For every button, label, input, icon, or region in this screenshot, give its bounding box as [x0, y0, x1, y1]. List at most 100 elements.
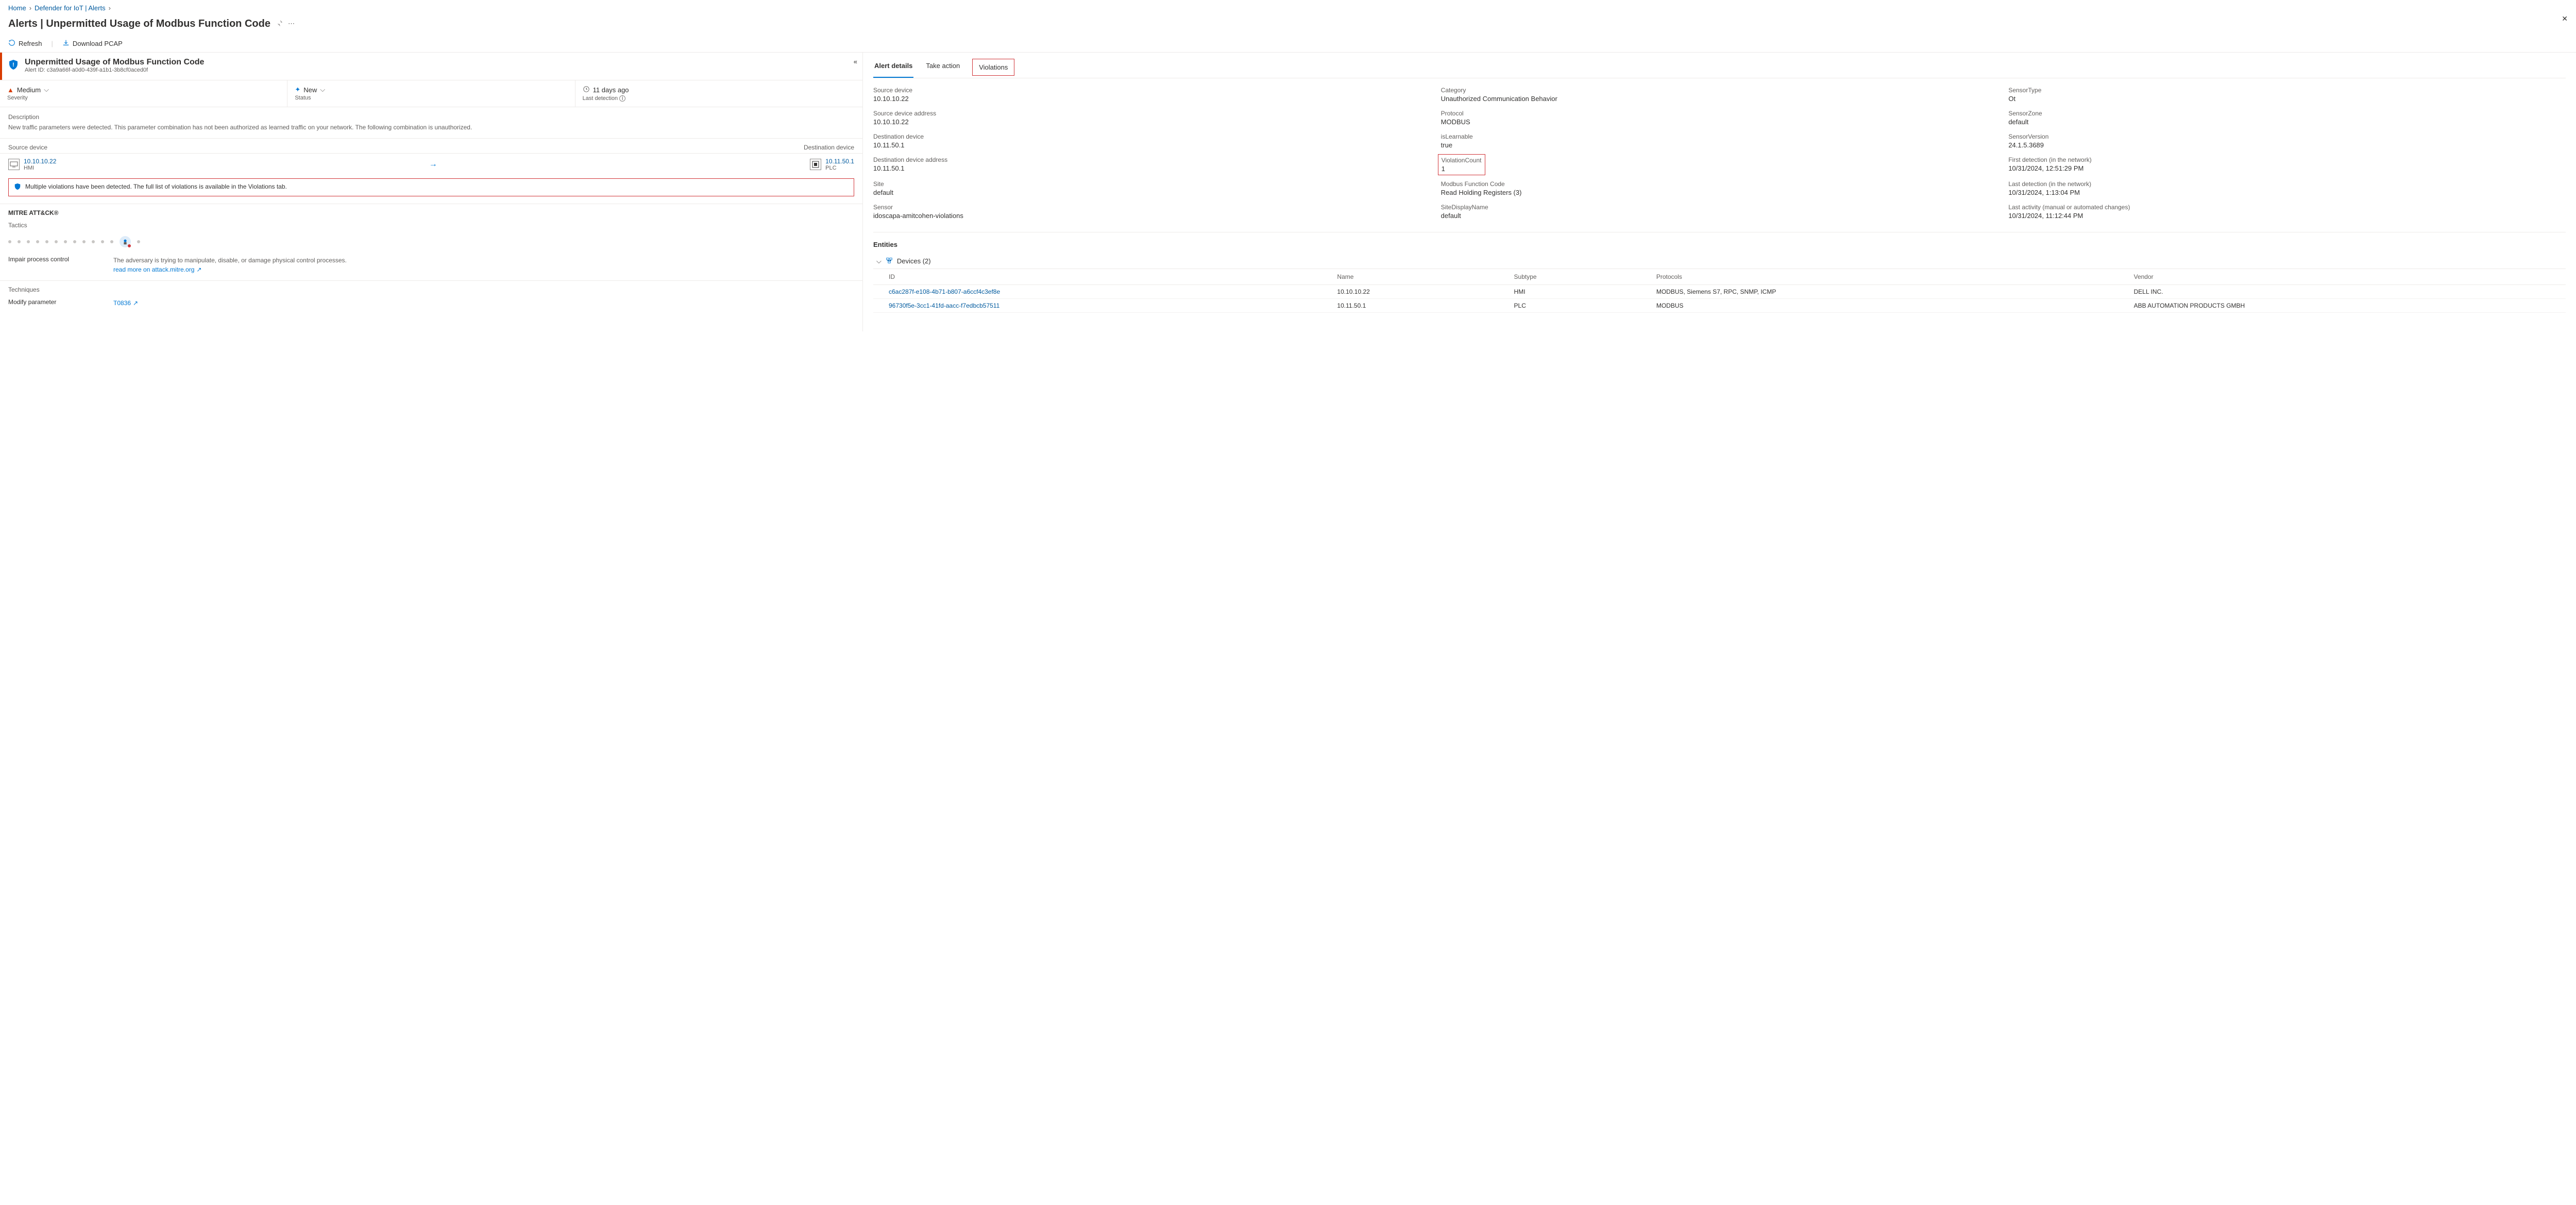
toolbar-divider: | [52, 40, 53, 47]
device-group-icon [886, 257, 893, 265]
detail-value: Read Holding Registers (3) [1441, 189, 1998, 196]
info-icon[interactable]: i [619, 95, 625, 102]
detail-key: Last activity (manual or automated chang… [2008, 204, 2566, 211]
detail-key: Last detection (in the network) [2008, 180, 2566, 188]
table-row[interactable]: 96730f5e-3cc1-41fd-aacc-f7edbcb5751110.1… [873, 299, 2566, 313]
detail-key: Protocol [1441, 110, 1998, 117]
entity-id-link[interactable]: 96730f5e-3cc1-41fd-aacc-f7edbcb57511 [889, 302, 999, 309]
violations-callout: Multiple violations have been detected. … [8, 178, 854, 196]
download-icon [62, 39, 70, 48]
more-icon[interactable]: ⋯ [288, 20, 295, 28]
chevron-right-icon: › [109, 4, 111, 12]
collapse-icon[interactable]: « [854, 58, 857, 65]
shield-icon: ! [7, 59, 20, 75]
status-value: New [303, 86, 317, 94]
mitre-title: MITRE ATT&CK® [0, 204, 862, 220]
entities-title: Entities [873, 241, 2566, 248]
source-device-label: Source device [8, 144, 47, 151]
detail-value: 10.10.10.22 [873, 95, 1431, 103]
page-title-row: Alerts | Unpermitted Usage of Modbus Fun… [0, 16, 2576, 35]
download-label: Download PCAP [73, 40, 123, 47]
download-pcap-button[interactable]: Download PCAP [62, 39, 123, 48]
tab-violations[interactable]: Violations [972, 59, 1014, 76]
mitre-link[interactable]: read more on attack.mitre.org ↗ [113, 265, 201, 274]
destination-device-label: Destination device [804, 144, 854, 151]
severity-label: Severity [7, 95, 280, 101]
chevron-right-icon: › [29, 4, 31, 12]
table-header: ID [873, 269, 1321, 285]
detail-key: First detection (in the network) [2008, 156, 2566, 163]
detail-value: 10.11.50.1 [873, 141, 1431, 149]
detail-key: Modbus Function Code [1441, 180, 1998, 188]
plc-icon [810, 159, 821, 170]
description-label: Description [8, 113, 854, 121]
tactic-impair-icon[interactable] [120, 236, 131, 247]
last-detection-value: 11 days ago [593, 86, 629, 94]
close-icon[interactable]: ✕ [2562, 14, 2568, 23]
detail-tabs: Alert details Take action Violations [873, 57, 2566, 78]
chevron-down-icon[interactable]: ⌵ [320, 86, 325, 94]
page-title: Alerts | Unpermitted Usage of Modbus Fun… [8, 18, 270, 30]
detail-key: SensorVersion [2008, 133, 2566, 140]
destination-device-link[interactable]: 10.11.50.1 [825, 158, 854, 165]
source-device-link[interactable]: 10.10.10.22 [24, 158, 56, 165]
device-flow: 10.10.10.22 HMI → 10.11.50.1 PLC [0, 153, 862, 178]
tactics-dots [0, 231, 862, 253]
detail-value: 24.1.5.3689 [2008, 141, 2566, 149]
detail-key: Destination device address [873, 156, 1431, 163]
description-text: New traffic parameters were detected. Th… [8, 123, 854, 132]
detail-key: SensorType [2008, 87, 2566, 94]
refresh-icon [8, 39, 15, 48]
detail-value: 10.10.10.22 [873, 118, 1431, 126]
techniques-label: Techniques [0, 280, 862, 295]
chevron-down-icon[interactable]: ⌵ [876, 257, 882, 265]
detail-value: MODBUS [1441, 118, 1998, 126]
status-label: Status [295, 95, 567, 101]
pin-icon[interactable] [276, 20, 283, 28]
detail-key: Category [1441, 87, 1998, 94]
severity-icon: ▲ [7, 86, 14, 94]
alert-id: Alert ID: c3a9a66f-a0d0-439f-a1b1-3b8cf0… [25, 67, 204, 73]
callout-text: Multiple violations have been detected. … [25, 183, 287, 190]
arrow-right-icon: → [429, 160, 437, 169]
table-row[interactable]: c6ac287f-e108-4b71-b807-a6ccf4c3ef8e10.1… [873, 285, 2566, 299]
detail-value: 10/31/2024, 11:12:44 PM [2008, 212, 2566, 220]
clock-icon [583, 86, 590, 94]
technique-name: Modify parameter [8, 298, 106, 308]
breadcrumb-home[interactable]: Home [8, 4, 26, 12]
detail-value: idoscapa-amitcohen-violations [873, 212, 1431, 220]
refresh-button[interactable]: Refresh [8, 39, 42, 48]
alert-title: Unpermitted Usage of Modbus Function Cod… [25, 58, 204, 67]
last-detection-label: Last detection [583, 95, 618, 102]
detail-value: true [1441, 141, 1998, 149]
detail-key: Source device address [873, 110, 1431, 117]
tab-alert-details[interactable]: Alert details [873, 57, 913, 78]
tab-take-action[interactable]: Take action [925, 57, 961, 78]
detail-value: Ot [2008, 95, 2566, 103]
source-device-type: HMI [24, 165, 56, 171]
external-link-icon: ↗ [133, 298, 138, 308]
entities-section: Entities ⌵ Devices (2) IDNameSubtypeProt… [873, 232, 2566, 321]
destination-device-type: PLC [825, 165, 854, 171]
detail-value: Unauthorized Communication Behavior [1441, 95, 1998, 103]
technique-link[interactable]: T0836 ↗ [113, 298, 138, 308]
breadcrumb: Home › Defender for IoT | Alerts › [0, 0, 2576, 16]
breadcrumb-defender[interactable]: Defender for IoT | Alerts [35, 4, 106, 12]
detail-value: default [2008, 118, 2566, 126]
external-link-icon: ↗ [196, 265, 201, 274]
shield-info-icon [14, 183, 21, 192]
hmi-icon [8, 159, 20, 170]
entities-group-label: Devices (2) [897, 257, 931, 265]
chevron-down-icon[interactable]: ⌵ [44, 86, 49, 94]
entities-table: IDNameSubtypeProtocolsVendor c6ac287f-e1… [873, 269, 2566, 313]
detail-value: default [873, 189, 1431, 196]
table-header: Vendor [2119, 269, 2566, 285]
detail-value: 10/31/2024, 12:51:29 PM [2008, 164, 2566, 172]
detail-value: default [1441, 212, 1998, 220]
detail-value: 10/31/2024, 1:13:04 PM [2008, 189, 2566, 196]
entity-id-link[interactable]: c6ac287f-e108-4b71-b807-a6ccf4c3ef8e [889, 288, 1000, 295]
detail-key: Source device [873, 87, 1431, 94]
table-header: Subtype [1499, 269, 1641, 285]
toolbar: Refresh | Download PCAP [0, 35, 2576, 53]
detail-value: 1 [1442, 165, 1482, 173]
